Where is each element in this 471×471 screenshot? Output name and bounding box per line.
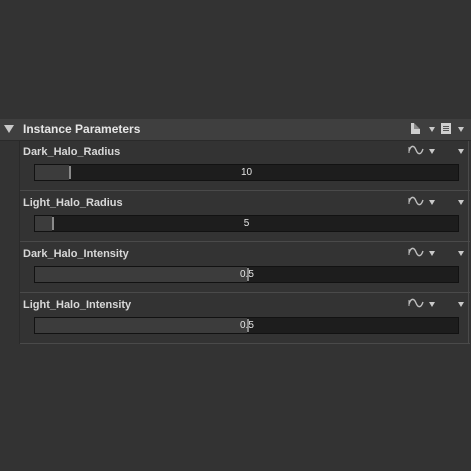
slider-value[interactable]: 5 bbox=[35, 218, 458, 229]
wave-menu-chevron-down-icon[interactable] bbox=[429, 149, 435, 154]
parameter-row-light-halo-intensity: Light_Halo_Intensity 0.5 bbox=[20, 294, 468, 344]
divider bbox=[20, 292, 470, 293]
dark-halo-intensity-slider[interactable]: 0.5 bbox=[34, 266, 459, 283]
collapse-triangle-icon[interactable] bbox=[4, 125, 14, 133]
panel-right-edge bbox=[468, 141, 469, 344]
parameter-label: Dark_Halo_Radius bbox=[23, 146, 121, 158]
wave-icon[interactable] bbox=[408, 195, 426, 207]
parameter-label: Dark_Halo_Intensity bbox=[23, 248, 129, 260]
divider bbox=[20, 241, 470, 242]
panel-title: Instance Parameters bbox=[23, 122, 141, 136]
wave-icon[interactable] bbox=[408, 246, 426, 258]
slider-value[interactable]: 10 bbox=[35, 167, 458, 178]
document-list-icon[interactable] bbox=[441, 123, 451, 134]
wave-menu-chevron-down-icon[interactable] bbox=[429, 302, 435, 307]
parameter-row-dark-halo-intensity: Dark_Halo_Intensity 0.5 bbox=[20, 243, 468, 293]
doc-menu-chevron-down-icon[interactable] bbox=[458, 127, 464, 132]
page-icon[interactable] bbox=[411, 123, 420, 134]
wave-menu-chevron-down-icon[interactable] bbox=[429, 251, 435, 256]
parameter-options-chevron-down-icon[interactable] bbox=[458, 200, 464, 205]
page-menu-chevron-down-icon[interactable] bbox=[429, 127, 435, 132]
parameter-row-dark-halo-radius: Dark_Halo_Radius 10 bbox=[20, 141, 468, 191]
divider bbox=[20, 343, 470, 344]
slider-fill bbox=[35, 318, 247, 333]
dark-halo-radius-slider[interactable]: 10 bbox=[34, 164, 459, 181]
divider bbox=[20, 190, 470, 191]
light-halo-intensity-slider[interactable]: 0.5 bbox=[34, 317, 459, 334]
wave-icon[interactable] bbox=[408, 297, 426, 309]
wave-icon[interactable] bbox=[408, 144, 426, 156]
slider-fill bbox=[35, 267, 247, 282]
parameter-options-chevron-down-icon[interactable] bbox=[458, 251, 464, 256]
instance-parameters-header[interactable]: Instance Parameters bbox=[0, 119, 471, 141]
slider-value[interactable]: 0.5 bbox=[240, 269, 254, 280]
parameter-row-light-halo-radius: Light_Halo_Radius 5 bbox=[20, 192, 468, 242]
parameters-window: Instance Parameters Dark_Halo_Radius 10 … bbox=[0, 0, 471, 471]
light-halo-radius-slider[interactable]: 5 bbox=[34, 215, 459, 232]
wave-menu-chevron-down-icon[interactable] bbox=[429, 200, 435, 205]
slider-value[interactable]: 0.5 bbox=[240, 320, 254, 331]
parameter-label: Light_Halo_Intensity bbox=[23, 299, 132, 311]
parameter-label: Light_Halo_Radius bbox=[23, 197, 123, 209]
parameter-options-chevron-down-icon[interactable] bbox=[458, 149, 464, 154]
parameter-options-chevron-down-icon[interactable] bbox=[458, 302, 464, 307]
